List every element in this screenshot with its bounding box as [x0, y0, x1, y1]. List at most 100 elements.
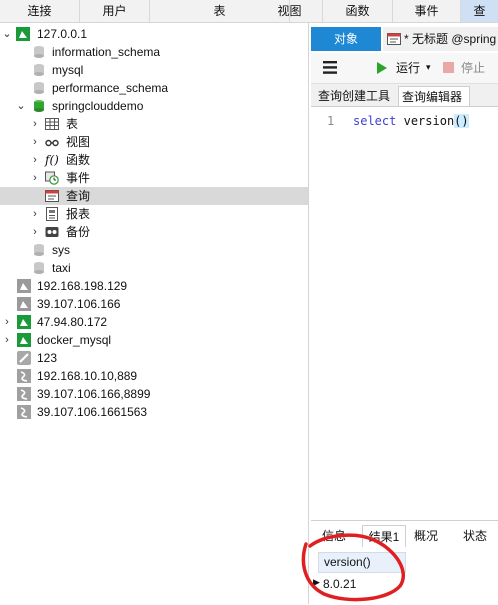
tree-node-connection-localhost[interactable]: ⌄ 127.0.0.1	[0, 25, 308, 43]
tree-node-label: 查询	[66, 189, 91, 203]
tree-node-label: performance_schema	[52, 81, 169, 95]
server-other-icon	[17, 351, 31, 365]
tree-node-connection-39-107-106-1661563[interactable]: 39.107.106.1661563	[0, 403, 308, 421]
tree-node-queries[interactable]: 查询	[0, 187, 308, 205]
tab-result-1[interactable]: 结果1	[362, 525, 406, 547]
chevron-right-icon[interactable]: ›	[29, 151, 41, 169]
tree-node-events[interactable]: › 事件	[0, 169, 308, 187]
chevron-right-icon[interactable]: ›	[29, 115, 41, 133]
tree-node-db-information-schema[interactable]: information_schema	[0, 43, 308, 61]
main-toolbar: 连接 用户 表 视图 函数 事件 查	[0, 0, 498, 23]
database-icon	[34, 64, 44, 76]
tree-node-label: 39.107.106.1661563	[37, 405, 148, 419]
toolbar-query-button[interactable]: 查	[461, 0, 498, 22]
tree-node-label: 报表	[66, 207, 91, 221]
server-sqlserver-icon	[17, 369, 31, 383]
tree-node-label: 函数	[66, 153, 91, 167]
tree-node-label: 39.107.106.166	[37, 297, 121, 311]
stop-label: 停止	[461, 61, 486, 75]
column-header[interactable]: version()	[318, 552, 406, 573]
tree-node-connection-39-107-106-166[interactable]: 39.107.106.166	[0, 295, 308, 313]
tab-overview[interactable]: 概况	[409, 525, 443, 547]
menu-icon[interactable]	[323, 61, 337, 74]
connection-tree: ⌄ 127.0.0.1 information_schema mysql per…	[0, 23, 309, 604]
results-panel: 信息 结果1 概况 状态 version() ▶ 8.0.21	[311, 520, 498, 605]
tab-query-editor[interactable]: 查询编辑器	[398, 86, 470, 106]
tree-node-tables[interactable]: › 表	[0, 115, 308, 133]
tree-node-label: 192.168.10.10,889	[37, 369, 138, 383]
tree-node-db-performance-schema[interactable]: performance_schema	[0, 79, 308, 97]
tree-node-views[interactable]: › 视图	[0, 133, 308, 151]
tree-node-label: 123	[37, 351, 58, 365]
tree-node-label: taxi	[52, 261, 71, 275]
glasses-icon	[45, 139, 59, 147]
tree-node-db-springclouddemo[interactable]: ⌄ springclouddemo	[0, 97, 308, 115]
chevron-down-icon[interactable]: ⌄	[1, 25, 13, 43]
server-sqlserver-icon	[17, 387, 31, 401]
tree-node-label: docker_mysql	[37, 333, 112, 347]
server-connected-icon	[17, 315, 31, 329]
toolbar-connect-button[interactable]: 连接	[0, 0, 80, 22]
database-icon	[34, 244, 44, 256]
tab-status[interactable]: 状态	[457, 525, 493, 547]
server-disconnected-icon	[17, 297, 31, 311]
tree-node-connection-123[interactable]: 123	[0, 349, 308, 367]
tab-query-builder[interactable]: 查询创建工具	[315, 86, 397, 106]
query-toolbar: 运行 ▾ 停止	[311, 53, 498, 84]
sql-parens: ()	[454, 114, 469, 128]
stop-button[interactable]: 停止	[441, 59, 496, 77]
sql-keyword: select	[353, 114, 397, 128]
server-sqlserver-icon	[17, 405, 31, 419]
stop-icon	[443, 62, 454, 73]
chevron-down-icon[interactable]: ⌄	[15, 97, 27, 115]
server-connected-icon	[17, 333, 31, 347]
tab-objects[interactable]: 对象	[311, 27, 381, 51]
tree-node-functions[interactable]: › f() 函数	[0, 151, 308, 169]
sql-editor[interactable]: 1 select version()	[311, 107, 498, 517]
run-button[interactable]: 运行 ▾	[374, 59, 436, 77]
tree-node-connection-47-94-80-172[interactable]: › 47.94.80.172	[0, 313, 308, 331]
tree-node-db-taxi[interactable]: taxi	[0, 259, 308, 277]
toolbar-event-button[interactable]: 事件	[393, 0, 461, 22]
tree-node-label: 备份	[66, 225, 91, 239]
tab-untitled-query[interactable]: * 无标题 @spring	[383, 27, 498, 51]
report-icon	[46, 207, 58, 221]
chevron-right-icon[interactable]: ›	[29, 223, 41, 241]
toolbar-view-button[interactable]: 视图	[257, 0, 323, 22]
chevron-right-icon[interactable]: ›	[1, 313, 13, 331]
tree-node-label: 视图	[66, 135, 91, 149]
tree-node-connection-192-168-10-10[interactable]: 192.168.10.10,889	[0, 367, 308, 385]
tree-node-label: 39.107.106.166,8899	[37, 387, 151, 401]
tree-node-connection-39-107-106-166-8899[interactable]: 39.107.106.166,8899	[0, 385, 308, 403]
chevron-right-icon[interactable]: ›	[1, 331, 13, 349]
tree-node-connection-docker-mysql[interactable]: › docker_mysql	[0, 331, 308, 349]
editor-subtabs: 查询创建工具 查询编辑器	[311, 84, 498, 107]
chevron-right-icon[interactable]: ›	[29, 169, 41, 187]
tree-node-label: 192.168.198.129	[37, 279, 128, 293]
tree-node-label: springclouddemo	[52, 99, 144, 113]
table-icon	[45, 118, 59, 130]
toolbar-user-button[interactable]: 用户	[80, 0, 150, 22]
tree-node-db-sys[interactable]: sys	[0, 241, 308, 259]
chevron-right-icon[interactable]: ›	[29, 205, 41, 223]
tree-node-label: 127.0.0.1	[37, 27, 88, 41]
result-cell[interactable]: 8.0.21	[318, 574, 406, 594]
tree-node-backups[interactable]: › 备份	[0, 223, 308, 241]
tree-node-reports[interactable]: › 报表	[0, 205, 308, 223]
database-open-icon	[34, 100, 44, 112]
tree-node-label: 47.94.80.172	[37, 315, 108, 329]
query-icon	[45, 190, 59, 202]
server-connected-icon	[16, 27, 30, 41]
chevron-right-icon[interactable]: ›	[29, 133, 41, 151]
tree-node-label: mysql	[52, 63, 84, 77]
code-line: select version()	[353, 114, 469, 128]
play-icon	[377, 62, 387, 74]
function-icon: f()	[45, 153, 59, 167]
database-icon	[34, 82, 44, 94]
server-disconnected-icon	[17, 279, 31, 293]
tree-node-db-mysql[interactable]: mysql	[0, 61, 308, 79]
toolbar-function-button[interactable]: 函数	[323, 0, 393, 22]
tree-node-connection-192-168-198-129[interactable]: 192.168.198.129	[0, 277, 308, 295]
tab-info[interactable]: 信息	[315, 525, 353, 547]
dropdown-arrow-icon[interactable]: ▾	[426, 59, 431, 75]
